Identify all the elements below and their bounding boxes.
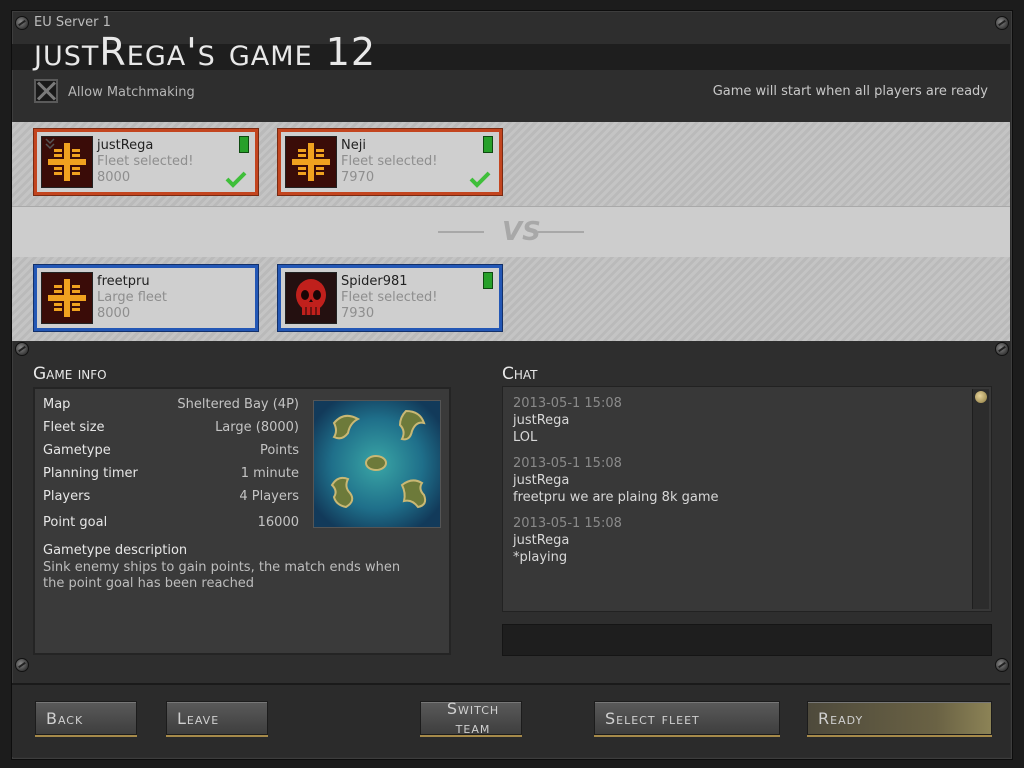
info-value: Points [259,443,299,458]
player-status: Fleet selected! [341,154,438,169]
gametype-description-title: Gametype description [43,543,188,558]
screw-icon [995,342,1009,356]
vs-label: VS [502,217,541,247]
player-fleet-points: 8000 [97,170,131,185]
ready-check-icon [469,171,491,188]
info-key: Fleet size [43,420,105,435]
gametype-description-text: Sink enemy ships to gain points, the mat… [43,560,401,591]
player-name: Spider981 [341,274,408,289]
leave-button[interactable]: Leave [166,701,268,735]
chat-log[interactable]: 2013-05-1 15:08 justRega LOL 2013-05-1 1… [502,386,992,612]
player-fleet-points: 7930 [341,306,375,321]
game-title: justRega's game 12 [34,30,377,74]
battery-icon [483,272,493,289]
chat-text: freetpru we are plaing 8k game [513,490,719,505]
chat-text: *playing [513,550,568,565]
player-card-spider981[interactable]: Spider981 Fleet selected! 7930 [278,265,502,331]
player-status: Fleet selected! [97,154,194,169]
info-key: Planning timer [43,466,138,481]
map-thumbnail [313,400,441,528]
info-value: 4 Players [239,489,299,504]
screw-icon [15,342,29,356]
player-name: justRega [97,138,154,153]
player-fleet-points: 8000 [97,306,131,321]
game-info-title: Game info [33,364,107,384]
battery-icon [239,136,249,153]
chat-message: 2013-05-1 15:08 justRega freetpru we are… [513,455,719,506]
player-card-justrega[interactable]: justRega Fleet selected! 8000 [34,129,258,195]
info-key: Players [43,489,91,504]
player-name: freetpru [97,274,150,289]
chat-message: 2013-05-1 15:08 justRega *playing [513,515,622,566]
allow-matchmaking-checkbox[interactable] [34,79,58,103]
screw-icon [995,16,1009,30]
info-key: Map [43,397,71,412]
select-fleet-button[interactable]: Select fleet [594,701,780,735]
battery-icon [483,136,493,153]
screw-icon [15,16,29,30]
chat-input[interactable] [502,624,992,656]
chevron-down-icon [45,138,55,150]
ready-check-icon [225,171,247,188]
info-key: Gametype [43,443,111,458]
chat-scrollbar[interactable] [972,389,989,609]
fleet-emblem-icon [41,272,93,324]
chat-timestamp: 2013-05-1 15:08 [513,456,622,471]
player-card-freetpru[interactable]: freetpru Large fleet 8000 [34,265,258,331]
game-info-panel: Map Sheltered Bay (4P) Fleet size Large … [33,387,451,655]
player-card-neji[interactable]: Neji Fleet selected! 7970 [278,129,502,195]
start-message: Game will start when all players are rea… [712,84,988,99]
chat-title: Chat [502,364,538,384]
info-value: Large (8000) [215,420,299,435]
player-status: Large fleet [97,290,167,305]
screw-icon [15,658,29,672]
player-name: Neji [341,138,366,153]
switch-team-button[interactable]: Switch team [420,699,522,737]
info-key: Point goal [43,515,108,530]
chat-author: justRega [513,533,570,548]
ready-button[interactable]: Ready [807,701,992,735]
info-value: 16000 [257,515,299,530]
server-name: EU Server 1 [34,15,111,30]
screw-icon [995,658,1009,672]
vs-divider-right [538,231,584,233]
chat-timestamp: 2013-05-1 15:08 [513,516,622,531]
chat-message: 2013-05-1 15:08 justRega LOL [513,395,622,446]
info-value: 1 minute [240,466,299,481]
chat-author: justRega [513,473,570,488]
info-value: Sheltered Bay (4P) [177,397,299,412]
player-status: Fleet selected! [341,290,438,305]
chat-author: justRega [513,413,570,428]
fleet-emblem-icon [285,136,337,188]
player-fleet-points: 7970 [341,170,375,185]
back-button[interactable]: Back [35,701,137,735]
vs-band: VS [12,206,1010,258]
vs-divider-left [438,231,484,233]
allow-matchmaking-label: Allow Matchmaking [68,85,195,100]
chat-text: LOL [513,430,538,445]
red-skull-icon [285,272,337,324]
scroll-knob-icon[interactable] [975,391,987,403]
chat-timestamp: 2013-05-1 15:08 [513,396,622,411]
